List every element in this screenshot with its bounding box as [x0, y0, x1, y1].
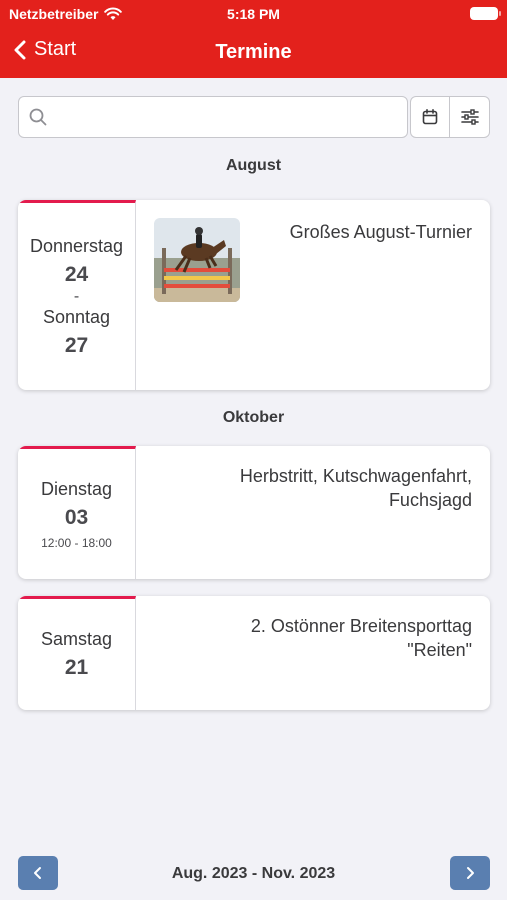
page-title: Termine — [215, 41, 292, 63]
event-info: Großes August-Turnier — [136, 200, 490, 390]
search-row — [18, 96, 490, 138]
calendar-icon — [422, 109, 438, 125]
event-card[interactable]: Dienstag 03 12:00 - 18:00 Herbstritt, Ku… — [18, 446, 490, 579]
date-range-label: Aug. 2023 - Nov. 2023 — [171, 865, 336, 882]
battery-icon — [470, 7, 501, 20]
status-bar: Netzbetreiber 5:18 PM — [0, 0, 507, 28]
event-title: 2. Ostönner Breitensporttag "Reiten" — [251, 614, 472, 662]
event-weekday: Samstag — [40, 629, 113, 649]
event-date-separator: - — [73, 287, 80, 305]
event-day: 21 — [64, 656, 89, 679]
event-thumbnail — [154, 218, 240, 302]
event-day-start: 24 — [64, 262, 89, 286]
sliders-icon — [460, 109, 479, 125]
event-day: 03 — [64, 505, 89, 529]
search-icon — [29, 108, 47, 126]
event-card[interactable]: Donnerstag 24 - Sonntag 27 Großes August… — [18, 200, 490, 390]
event-date-block: Donnerstag 24 - Sonntag 27 — [18, 200, 136, 390]
search-field[interactable] — [18, 96, 408, 138]
event-weekday: Dienstag — [40, 478, 113, 499]
event-weekday-end: Sonntag — [42, 306, 111, 327]
event-title-line: Herbstritt, Kutschwagenfahrt, — [239, 466, 472, 486]
clock: 5:18 PM — [227, 6, 280, 22]
event-day-end: 27 — [64, 333, 89, 357]
event-info: 2. Ostönner Breitensporttag "Reiten" — [136, 596, 490, 710]
event-title-line: Fuchsjagd — [388, 490, 472, 510]
next-range-button[interactable] — [450, 856, 490, 890]
navigation-bar: Start Termine — [0, 28, 507, 78]
event-date-block: Samstag 21 — [18, 596, 136, 710]
event-time: 12:00 - 18:00 — [41, 535, 112, 550]
event-card[interactable]: Samstag 21 2. Ostönner Breitensporttag "… — [18, 596, 490, 710]
event-weekday-start: Donnerstag — [29, 235, 124, 256]
event-date-block: Dienstag 03 12:00 - 18:00 — [18, 446, 136, 579]
filter-button[interactable] — [450, 96, 490, 138]
calendar-button[interactable] — [410, 96, 450, 138]
search-input[interactable] — [55, 108, 355, 126]
event-title: Großes August-Turnier — [289, 222, 472, 242]
month-header: Oktober — [222, 409, 285, 426]
event-info: Herbstritt, Kutschwagenfahrt, Fuchsjagd — [136, 446, 490, 579]
event-title-line: 2. Ostönner Breitensporttag — [250, 616, 472, 636]
show-jumping-photo — [154, 218, 240, 302]
month-header: August — [225, 157, 282, 174]
chevron-right-icon — [467, 867, 474, 879]
date-range-pager: Aug. 2023 - Nov. 2023 — [0, 856, 507, 892]
event-title-line: "Reiten" — [407, 640, 472, 660]
event-title: Herbstritt, Kutschwagenfahrt, Fuchsjagd — [240, 464, 472, 512]
